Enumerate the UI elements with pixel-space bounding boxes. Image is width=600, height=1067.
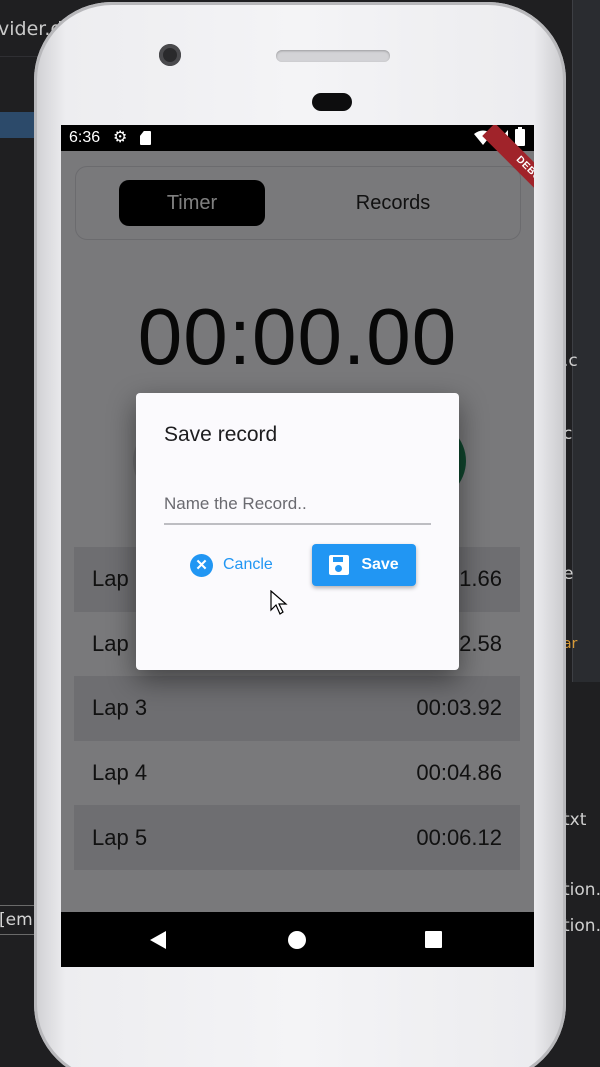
gear-icon: ⚙ <box>113 129 128 146</box>
save-record-dialog: Save record ✕ Cancle Save <box>136 393 459 670</box>
recents-icon[interactable] <box>425 931 442 948</box>
home-icon[interactable] <box>288 931 306 949</box>
ide-divider <box>0 56 40 57</box>
battery-icon <box>515 127 525 146</box>
earpiece-speaker <box>276 50 390 62</box>
save-button[interactable]: Save <box>312 544 416 586</box>
record-name-input[interactable] <box>164 479 431 525</box>
cancel-circle-icon: ✕ <box>190 553 213 577</box>
cancel-label: Cancle <box>223 556 273 573</box>
save-label: Save <box>361 556 399 573</box>
navigation-bar <box>61 912 534 967</box>
ide-right-panel <box>572 0 600 682</box>
dialog-title: Save record <box>164 423 278 446</box>
back-icon[interactable] <box>150 931 166 949</box>
cancel-button[interactable]: ✕ Cancle <box>178 544 288 586</box>
sd-card-icon <box>140 131 151 145</box>
ide-right-text: tion. <box>563 916 600 936</box>
phone-screen: 6:36 ⚙ Timer Records 00:00.00 Lap 1 00:0… <box>61 125 534 967</box>
save-icon <box>329 555 350 575</box>
status-time: 6:36 <box>69 129 101 146</box>
ide-right-text: txt <box>563 810 587 830</box>
mouse-cursor-icon <box>270 590 288 615</box>
status-bar: 6:36 ⚙ <box>61 125 534 151</box>
ide-right-text: tion. <box>563 880 600 900</box>
front-camera <box>159 44 181 66</box>
proximity-sensor <box>312 93 352 111</box>
